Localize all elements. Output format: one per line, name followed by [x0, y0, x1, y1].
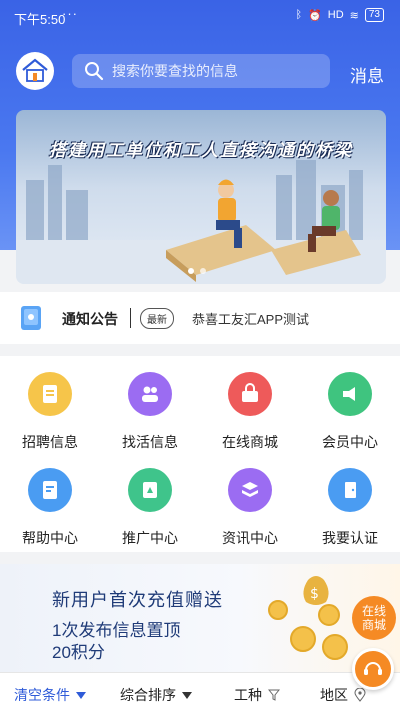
- funnel-icon: [268, 689, 280, 701]
- coin-icon: [322, 634, 348, 660]
- shop-icon: [228, 372, 272, 416]
- status-time: 下午5:50: [14, 12, 66, 27]
- notice-icon: [21, 306, 41, 330]
- carousel-indicators: [188, 268, 206, 274]
- filter-sort[interactable]: 综合排序: [120, 685, 192, 705]
- customer-service-button[interactable]: [352, 648, 394, 690]
- banner-carousel[interactable]: 搭建用工单位和工人直接沟通的桥梁: [16, 110, 386, 284]
- filter-clear-label: 清空条件: [14, 687, 70, 703]
- people-icon: [128, 372, 172, 416]
- promo-banner[interactable]: 新用户首次充值赠送 1次发布信息置顶 20积分 $ 在线 商城: [0, 564, 400, 672]
- grid-item-help-center[interactable]: 帮助中心: [0, 452, 100, 548]
- notice-badge: 最新: [140, 308, 174, 329]
- grid-item-online-shop[interactable]: 在线商城: [200, 356, 300, 452]
- grid-item-label: 我要认证: [322, 530, 378, 546]
- grid-item-find-work[interactable]: 找活信息: [100, 356, 200, 452]
- search-input[interactable]: [112, 63, 312, 79]
- caret-down-icon: [76, 691, 86, 699]
- carousel-dot[interactable]: [200, 268, 206, 274]
- banner-tagline: 搭建用工单位和工人直接沟通的桥梁: [49, 141, 353, 161]
- news-icon: [228, 468, 272, 512]
- carousel-dot[interactable]: [188, 268, 194, 274]
- grid-item-label: 推广中心: [122, 530, 178, 546]
- filter-clear[interactable]: 清空条件: [14, 685, 86, 705]
- status-bar: 下午5:50 ··· ᛒ ⏰ HD ≋ 73: [0, 0, 400, 32]
- grid-item-label: 帮助中心: [22, 530, 78, 546]
- notice-divider: [130, 308, 131, 328]
- filter-trade-label: 工种: [234, 687, 262, 703]
- promo-line1: 新用户首次充值赠送: [52, 590, 223, 610]
- alarm-icon: ⏰: [308, 9, 322, 22]
- filter-bar: 清空条件 综合排序 工种 地区: [0, 672, 400, 711]
- filter-region[interactable]: 地区: [320, 685, 366, 705]
- promo-icon: [128, 468, 172, 512]
- signal-label: HD: [327, 9, 344, 21]
- bluetooth-icon: ᛒ: [295, 9, 303, 21]
- grid-item-label: 在线商城: [222, 434, 278, 450]
- promo-line3: 20积分: [52, 643, 105, 662]
- mall-line1: 在线: [361, 604, 386, 618]
- wifi-icon: ≋: [349, 9, 359, 22]
- search-bar[interactable]: [72, 54, 330, 88]
- notice-bar[interactable]: 通知公告 最新 恭喜工友汇APP测试: [0, 292, 400, 344]
- online-mall-badge[interactable]: 在线 商城: [352, 596, 396, 640]
- house-logo-icon: [22, 58, 48, 82]
- grid-item-verification[interactable]: 我要认证: [300, 452, 400, 548]
- filter-sort-label: 综合排序: [120, 687, 176, 703]
- mall-line2: 商城: [361, 618, 386, 632]
- app-header: 消息: [0, 48, 400, 94]
- caret-down-icon: [182, 691, 192, 699]
- coin-icon: [290, 626, 316, 652]
- status-icons: ᛒ ⏰ HD ≋ 73: [295, 8, 384, 22]
- status-dots: ···: [62, 6, 78, 21]
- money-bag-icon: $: [303, 576, 329, 605]
- grid-item-label: 资讯中心: [222, 530, 278, 546]
- help-doc-icon: [28, 468, 72, 512]
- grid-item-label: 招聘信息: [22, 434, 78, 450]
- grid-item-news-center[interactable]: 资讯中心: [200, 452, 300, 548]
- door-icon: [328, 468, 372, 512]
- grid-item-member-center[interactable]: 会员中心: [300, 356, 400, 452]
- feature-grid: 招聘信息 找活信息 在线商城 会员中心 帮助中心 推广中心 资讯中心 我要认证: [0, 356, 400, 552]
- notice-title: 通知公告: [62, 311, 118, 327]
- headset-icon: [364, 662, 382, 675]
- grid-item-recruitment[interactable]: 招聘信息: [0, 356, 100, 452]
- grid-item-label: 会员中心: [322, 434, 378, 450]
- filter-trade[interactable]: 工种: [234, 685, 280, 705]
- app-logo[interactable]: [16, 52, 54, 90]
- filter-region-label: 地区: [320, 687, 348, 703]
- document-icon: [28, 372, 72, 416]
- grid-item-promotion-center[interactable]: 推广中心: [100, 452, 200, 548]
- megaphone-icon: [328, 372, 372, 416]
- battery-icon: 73: [364, 8, 384, 22]
- svg-text:$: $: [310, 586, 319, 602]
- search-icon: [85, 62, 104, 81]
- coin-icon: [268, 600, 288, 620]
- location-pin-icon: [354, 688, 366, 702]
- grid-item-label: 找活信息: [122, 434, 178, 450]
- notice-text[interactable]: 恭喜工友汇APP测试: [192, 309, 309, 328]
- message-button[interactable]: 消息: [350, 62, 384, 87]
